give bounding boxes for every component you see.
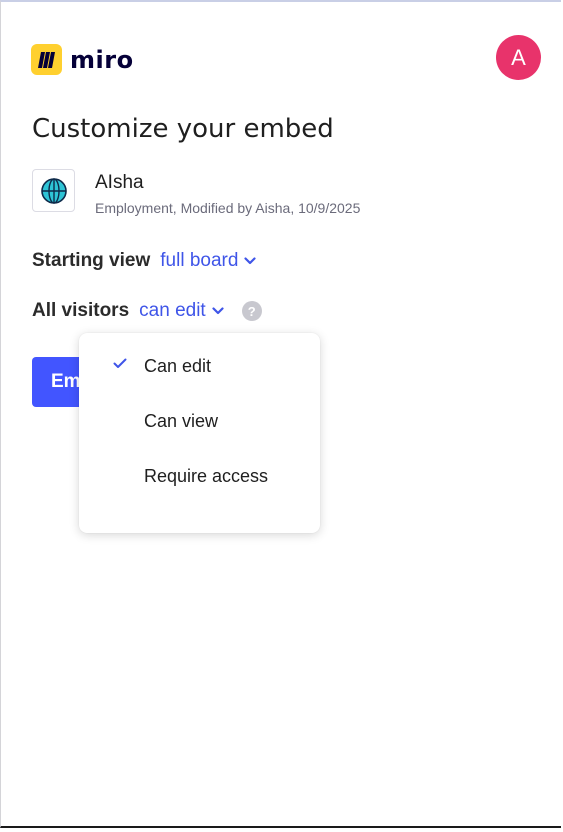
miro-logo-icon (31, 44, 62, 75)
check-icon (113, 358, 127, 368)
globe-icon (40, 177, 67, 204)
header: miro A (1, 2, 561, 112)
starting-view-label: Starting view (32, 250, 151, 271)
board-info: AIsha Employment, Modified by Aisha, 10/… (32, 169, 360, 216)
page-title: Customize your embed (32, 114, 334, 144)
dropdown-option-require-access[interactable]: Require access (79, 466, 320, 521)
board-name: AIsha (95, 172, 144, 193)
board-thumbnail (32, 169, 75, 212)
starting-view-row: Starting view full board (32, 250, 257, 272)
miro-logo: miro (31, 44, 134, 75)
dropdown-option-label: Require access (144, 466, 269, 486)
board-text: AIsha Employment, Modified by Aisha, 10/… (95, 169, 360, 216)
chevron-down-icon (212, 307, 224, 315)
visitors-select[interactable]: can edit (139, 300, 224, 322)
dropdown-option-can-edit[interactable]: Can edit (79, 356, 320, 411)
logo-text: miro (70, 45, 134, 74)
dropdown-option-label: Can edit (144, 356, 212, 376)
help-icon[interactable]: ? (241, 301, 262, 321)
chevron-down-icon (244, 257, 257, 265)
avatar[interactable]: A (496, 35, 541, 80)
visitors-value: can edit (139, 300, 206, 321)
visitors-label: All visitors (32, 300, 130, 321)
board-meta: Employment, Modified by Aisha, 10/9/2025 (95, 200, 361, 216)
starting-view-value: full board (160, 250, 239, 271)
visitors-dropdown-menu: Can edit Can view Require access (79, 333, 320, 533)
embed-dialog: miro A Customize your embed AIsha Employ… (0, 0, 561, 828)
dropdown-option-label: Can view (144, 411, 219, 431)
dropdown-option-can-view[interactable]: Can view (79, 411, 320, 466)
starting-view-select[interactable]: full board (160, 250, 257, 272)
visitors-row: All visitors can edit ? (32, 300, 262, 322)
avatar-initial: A (511, 44, 526, 70)
